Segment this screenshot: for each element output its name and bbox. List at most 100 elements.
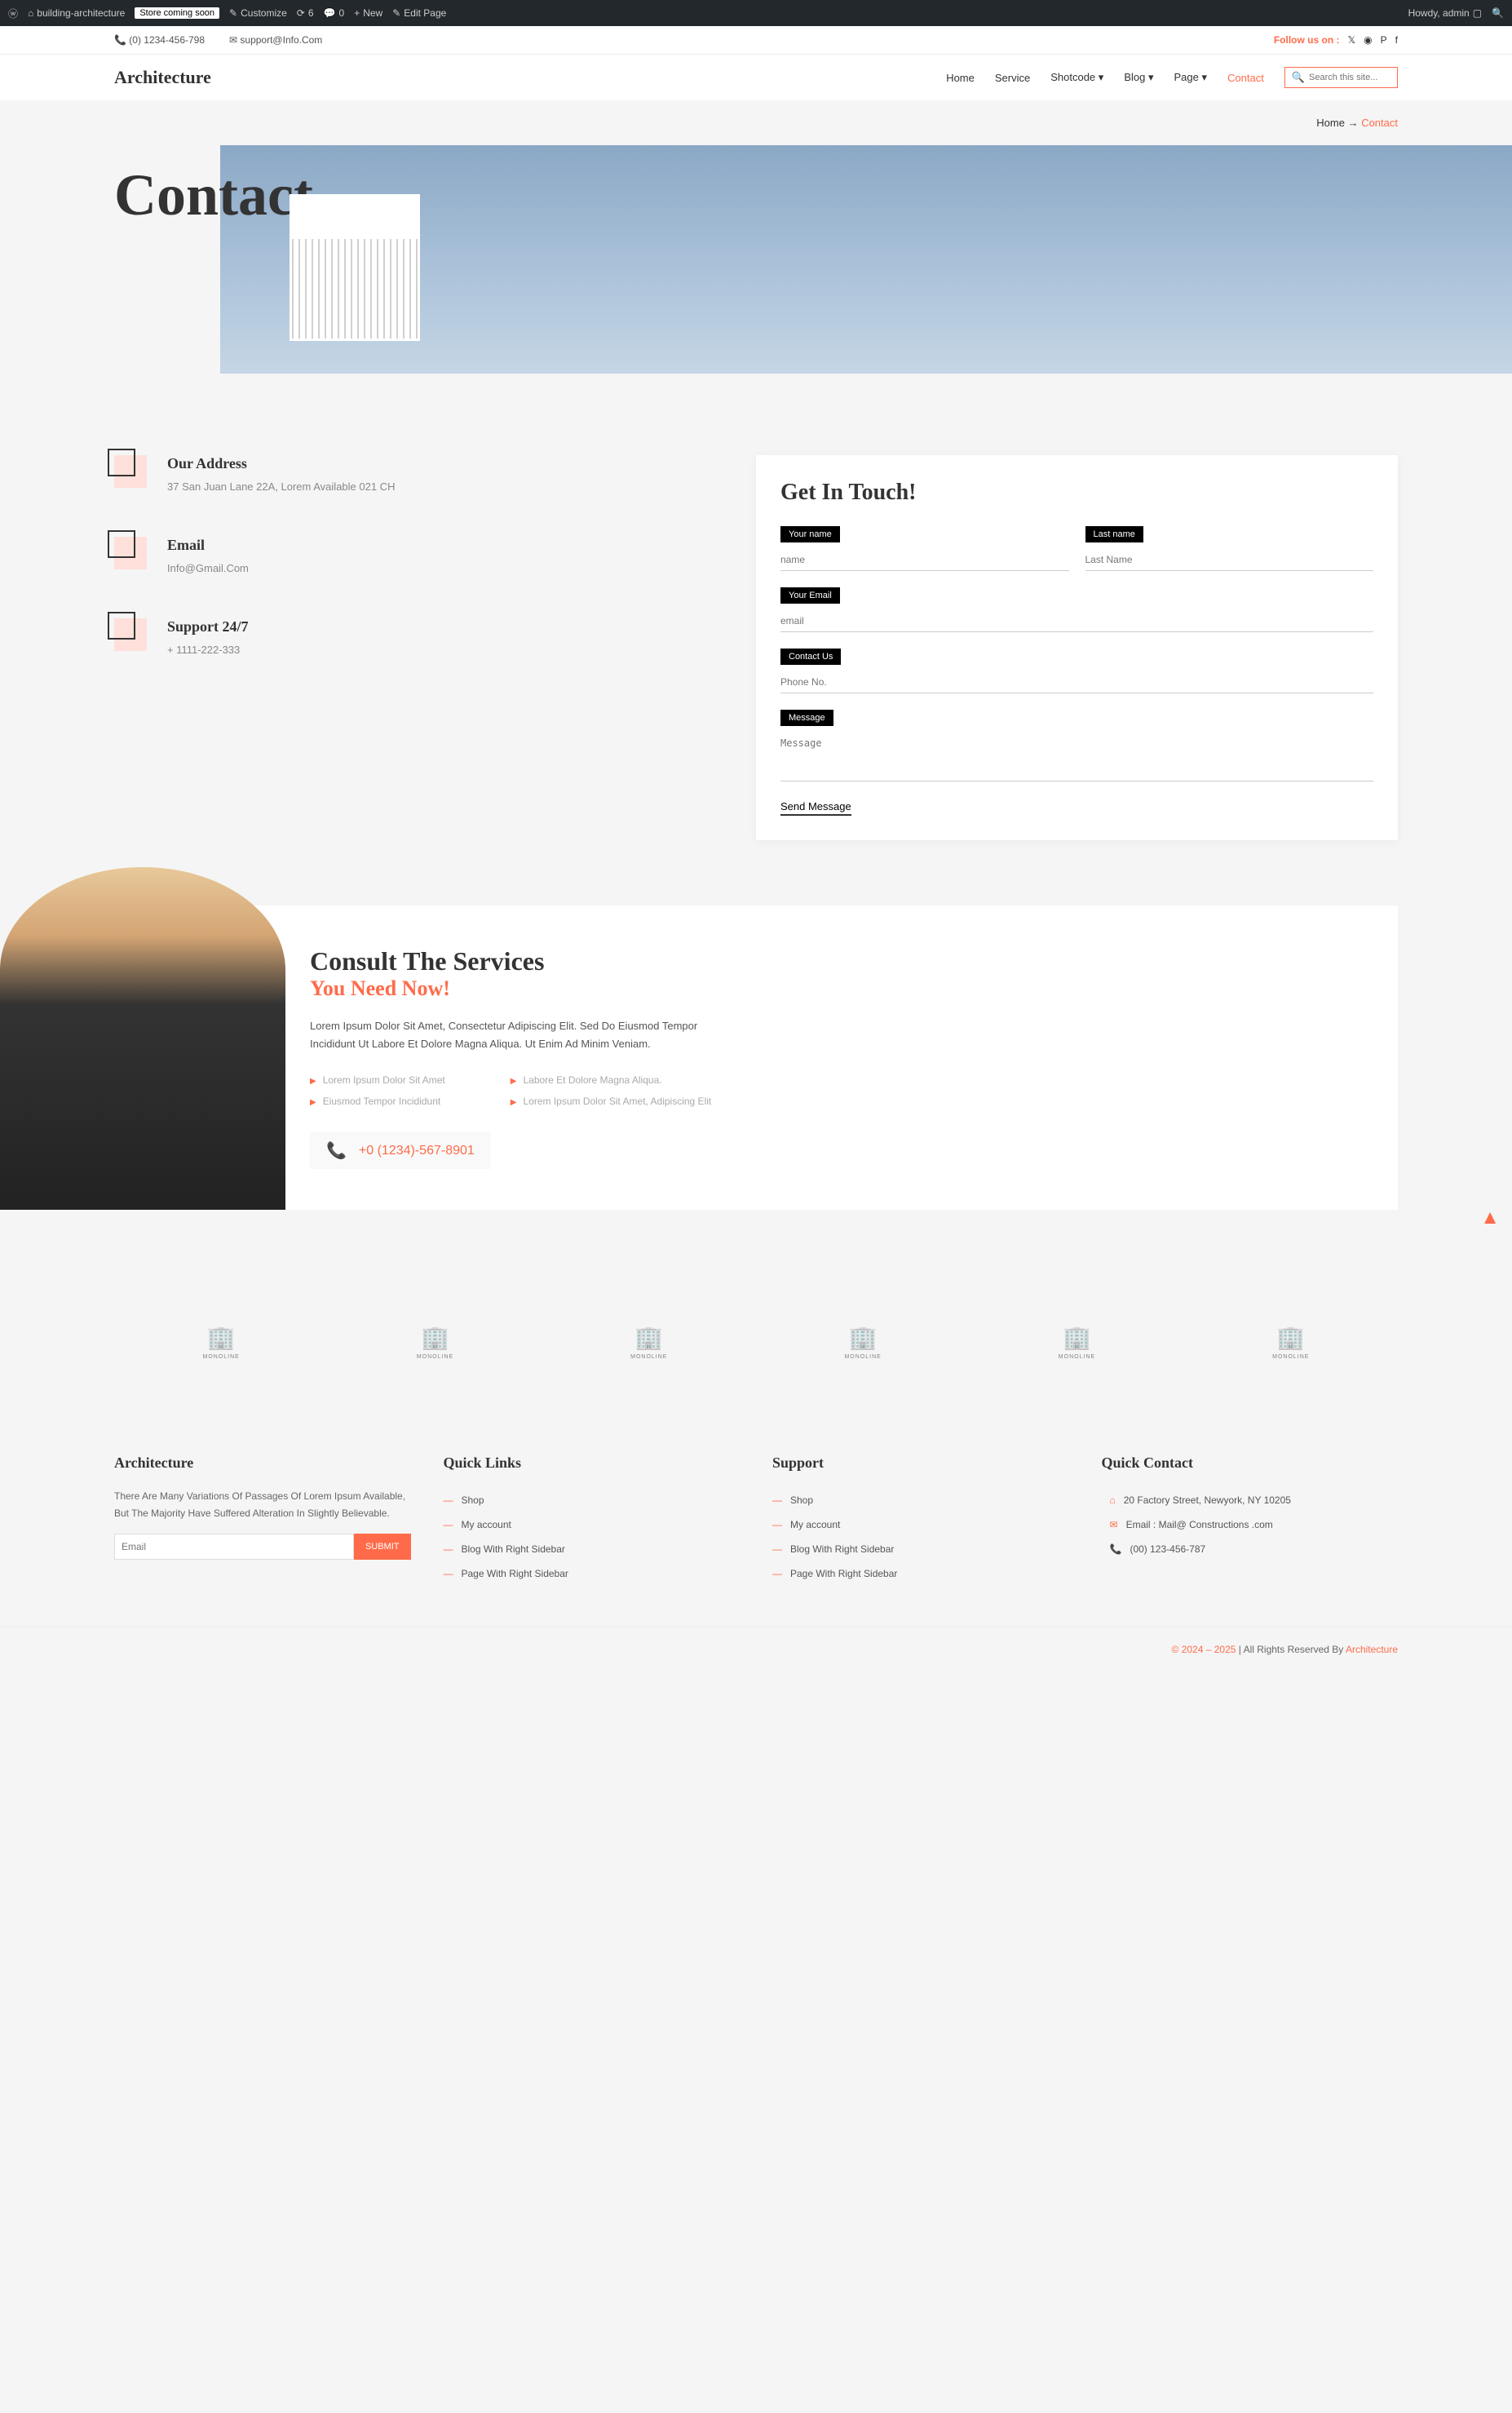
follow-label: Follow us on : (1274, 34, 1340, 46)
footer-link[interactable]: Shop (444, 1488, 741, 1512)
top-bar: 📞 (0) 1234-456-798 ✉ support@Info.Com Fo… (0, 26, 1512, 54)
name-input[interactable] (780, 549, 1069, 571)
footer-link[interactable]: My account (772, 1512, 1069, 1537)
topbar-phone: 📞 (0) 1234-456-798 (114, 34, 205, 46)
brand-logo: 🏢MONOLINE (1048, 1324, 1105, 1365)
nav-home[interactable]: Home (946, 72, 975, 84)
email-text: Info@Gmail.Com (167, 560, 249, 578)
brand-logo: 🏢MONOLINE (834, 1324, 891, 1365)
footer-address: ⌂20 Factory Street, Newyork, NY 10205 (1102, 1488, 1399, 1512)
footer-email: ✉Email : Mail@ Constructions .com (1102, 1512, 1399, 1537)
list-item: Eiusmod Tempor Incididunt (310, 1091, 445, 1112)
store-badge: Store coming soon (135, 7, 219, 19)
phone-icon: 📞 (1110, 1543, 1122, 1555)
email-title: Email (167, 537, 249, 554)
footer-about-text: There Are Many Variations Of Passages Of… (114, 1488, 411, 1521)
admin-search-icon[interactable]: 🔍 (1492, 7, 1504, 19)
lastname-input[interactable] (1085, 549, 1374, 571)
customize-link[interactable]: ✎ Customize (229, 7, 287, 19)
nav-shotcode[interactable]: Shotcode ▾ (1050, 71, 1103, 84)
list-item: Lorem Ipsum Dolor Sit Amet, Adipiscing E… (511, 1091, 711, 1112)
support-title: Support 24/7 (167, 618, 249, 635)
phone-box[interactable]: 📞 +0 (1234)-567-8901 (310, 1132, 491, 1169)
consult-title: Consult The Services (310, 946, 1349, 976)
nav-service[interactable]: Service (995, 72, 1030, 84)
message-label: Message (780, 710, 833, 726)
wp-logo-icon[interactable]: ⓦ (8, 7, 18, 20)
breadcrumb-home[interactable]: Home (1316, 117, 1345, 129)
support-text: + 1111-222-333 (167, 642, 249, 659)
brand-logo: 🏢MONOLINE (192, 1324, 250, 1365)
address-title: Our Address (167, 455, 395, 472)
scroll-top-button[interactable]: ▲ (1480, 1206, 1500, 1229)
consult-section: Consult The Services You Need Now! Lorem… (114, 905, 1398, 1210)
pinterest-icon[interactable]: P (1381, 34, 1387, 46)
brands-row: 🏢MONOLINE 🏢MONOLINE 🏢MONOLINE 🏢MONOLINE … (0, 1275, 1512, 1414)
footer-about-title: Architecture (114, 1454, 411, 1472)
instagram-icon[interactable]: ◉ (1364, 34, 1372, 46)
breadcrumb-current: Contact (1361, 117, 1398, 129)
email-icon (114, 537, 147, 569)
edit-page-link[interactable]: ✎ Edit Page (392, 7, 446, 19)
email-label: Your Email (780, 587, 840, 604)
copyright-year: © 2024 – 2025 (1172, 1644, 1236, 1655)
consult-desc: Lorem Ipsum Dolor Sit Amet, Consectetur … (310, 1017, 718, 1053)
support-icon (114, 618, 147, 651)
newsletter-input[interactable] (114, 1534, 354, 1560)
twitter-icon[interactable]: 𝕏 (1347, 34, 1355, 46)
message-input[interactable] (780, 733, 1373, 781)
hero: Contact (0, 145, 1512, 374)
wp-admin-bar: ⓦ ⌂ building-architecture Store coming s… (0, 0, 1512, 26)
address-text: 37 San Juan Lane 22A, Lorem Available 02… (167, 479, 395, 496)
contact-label: Contact Us (780, 649, 841, 665)
consult-subtitle: You Need Now! (310, 976, 1349, 1001)
nav-bar: Architecture Home Service Shotcode ▾ Blo… (0, 54, 1512, 100)
brand-logo: 🏢MONOLINE (1262, 1324, 1320, 1365)
footer-link[interactable]: My account (444, 1512, 741, 1537)
search-box[interactable]: 🔍 (1284, 67, 1398, 88)
lastname-label: Last name (1085, 526, 1143, 542)
brand-logo: 🏢MONOLINE (406, 1324, 463, 1365)
phone-icon: 📞 (326, 1140, 347, 1161)
phone-number: +0 (1234)-567-8901 (359, 1144, 475, 1158)
logo[interactable]: Architecture (114, 67, 211, 88)
copyright-brand[interactable]: Architecture (1346, 1644, 1398, 1655)
email-input[interactable] (780, 610, 1373, 632)
contact-form: Get In Touch! Your name Last name Your E… (756, 455, 1398, 840)
copyright: © 2024 – 2025 | All Rights Reserved By A… (0, 1627, 1512, 1671)
quick-contact-title: Quick Contact (1102, 1454, 1399, 1472)
newsletter-submit[interactable]: SUBMIT (354, 1534, 411, 1560)
send-button[interactable]: Send Message (780, 800, 851, 816)
breadcrumb: Home → Contact (0, 100, 1512, 145)
phone-input[interactable] (780, 671, 1373, 693)
consult-image (0, 867, 285, 1210)
page-title: Contact (114, 162, 313, 229)
comments-link[interactable]: 💬 0 (324, 7, 345, 19)
home-icon: ⌂ (1110, 1494, 1116, 1506)
quick-links-title: Quick Links (444, 1454, 741, 1472)
updates-link[interactable]: ⟳ 6 (297, 7, 314, 19)
name-label: Your name (780, 526, 840, 542)
nav-contact[interactable]: Contact (1227, 72, 1264, 84)
search-input[interactable] (1309, 73, 1390, 82)
footer-link[interactable]: Page With Right Sidebar (444, 1561, 741, 1586)
footer-link[interactable]: Page With Right Sidebar (772, 1561, 1069, 1586)
mail-icon: ✉ (1110, 1519, 1118, 1530)
arrow-icon: → (1348, 117, 1362, 129)
search-icon: 🔍 (1292, 71, 1305, 84)
nav-page[interactable]: Page ▾ (1174, 71, 1207, 84)
site-name[interactable]: ⌂ building-architecture (28, 7, 125, 19)
list-item: Lorem Ipsum Dolor Sit Amet (310, 1069, 445, 1091)
footer-link[interactable]: Shop (772, 1488, 1069, 1512)
footer-link[interactable]: Blog With Right Sidebar (444, 1537, 741, 1561)
form-title: Get In Touch! (780, 480, 1373, 506)
nav-blog[interactable]: Blog ▾ (1124, 71, 1153, 84)
facebook-icon[interactable]: f (1395, 34, 1398, 46)
new-link[interactable]: + New (354, 7, 382, 19)
brand-logo: 🏢MONOLINE (621, 1324, 678, 1365)
list-item: Labore Et Dolore Magna Aliqua. (511, 1069, 711, 1091)
topbar-email: ✉ support@Info.Com (229, 34, 322, 46)
howdy-link[interactable]: Howdy, admin ▢ (1408, 7, 1482, 19)
footer-link[interactable]: Blog With Right Sidebar (772, 1537, 1069, 1561)
hero-image (290, 194, 420, 341)
